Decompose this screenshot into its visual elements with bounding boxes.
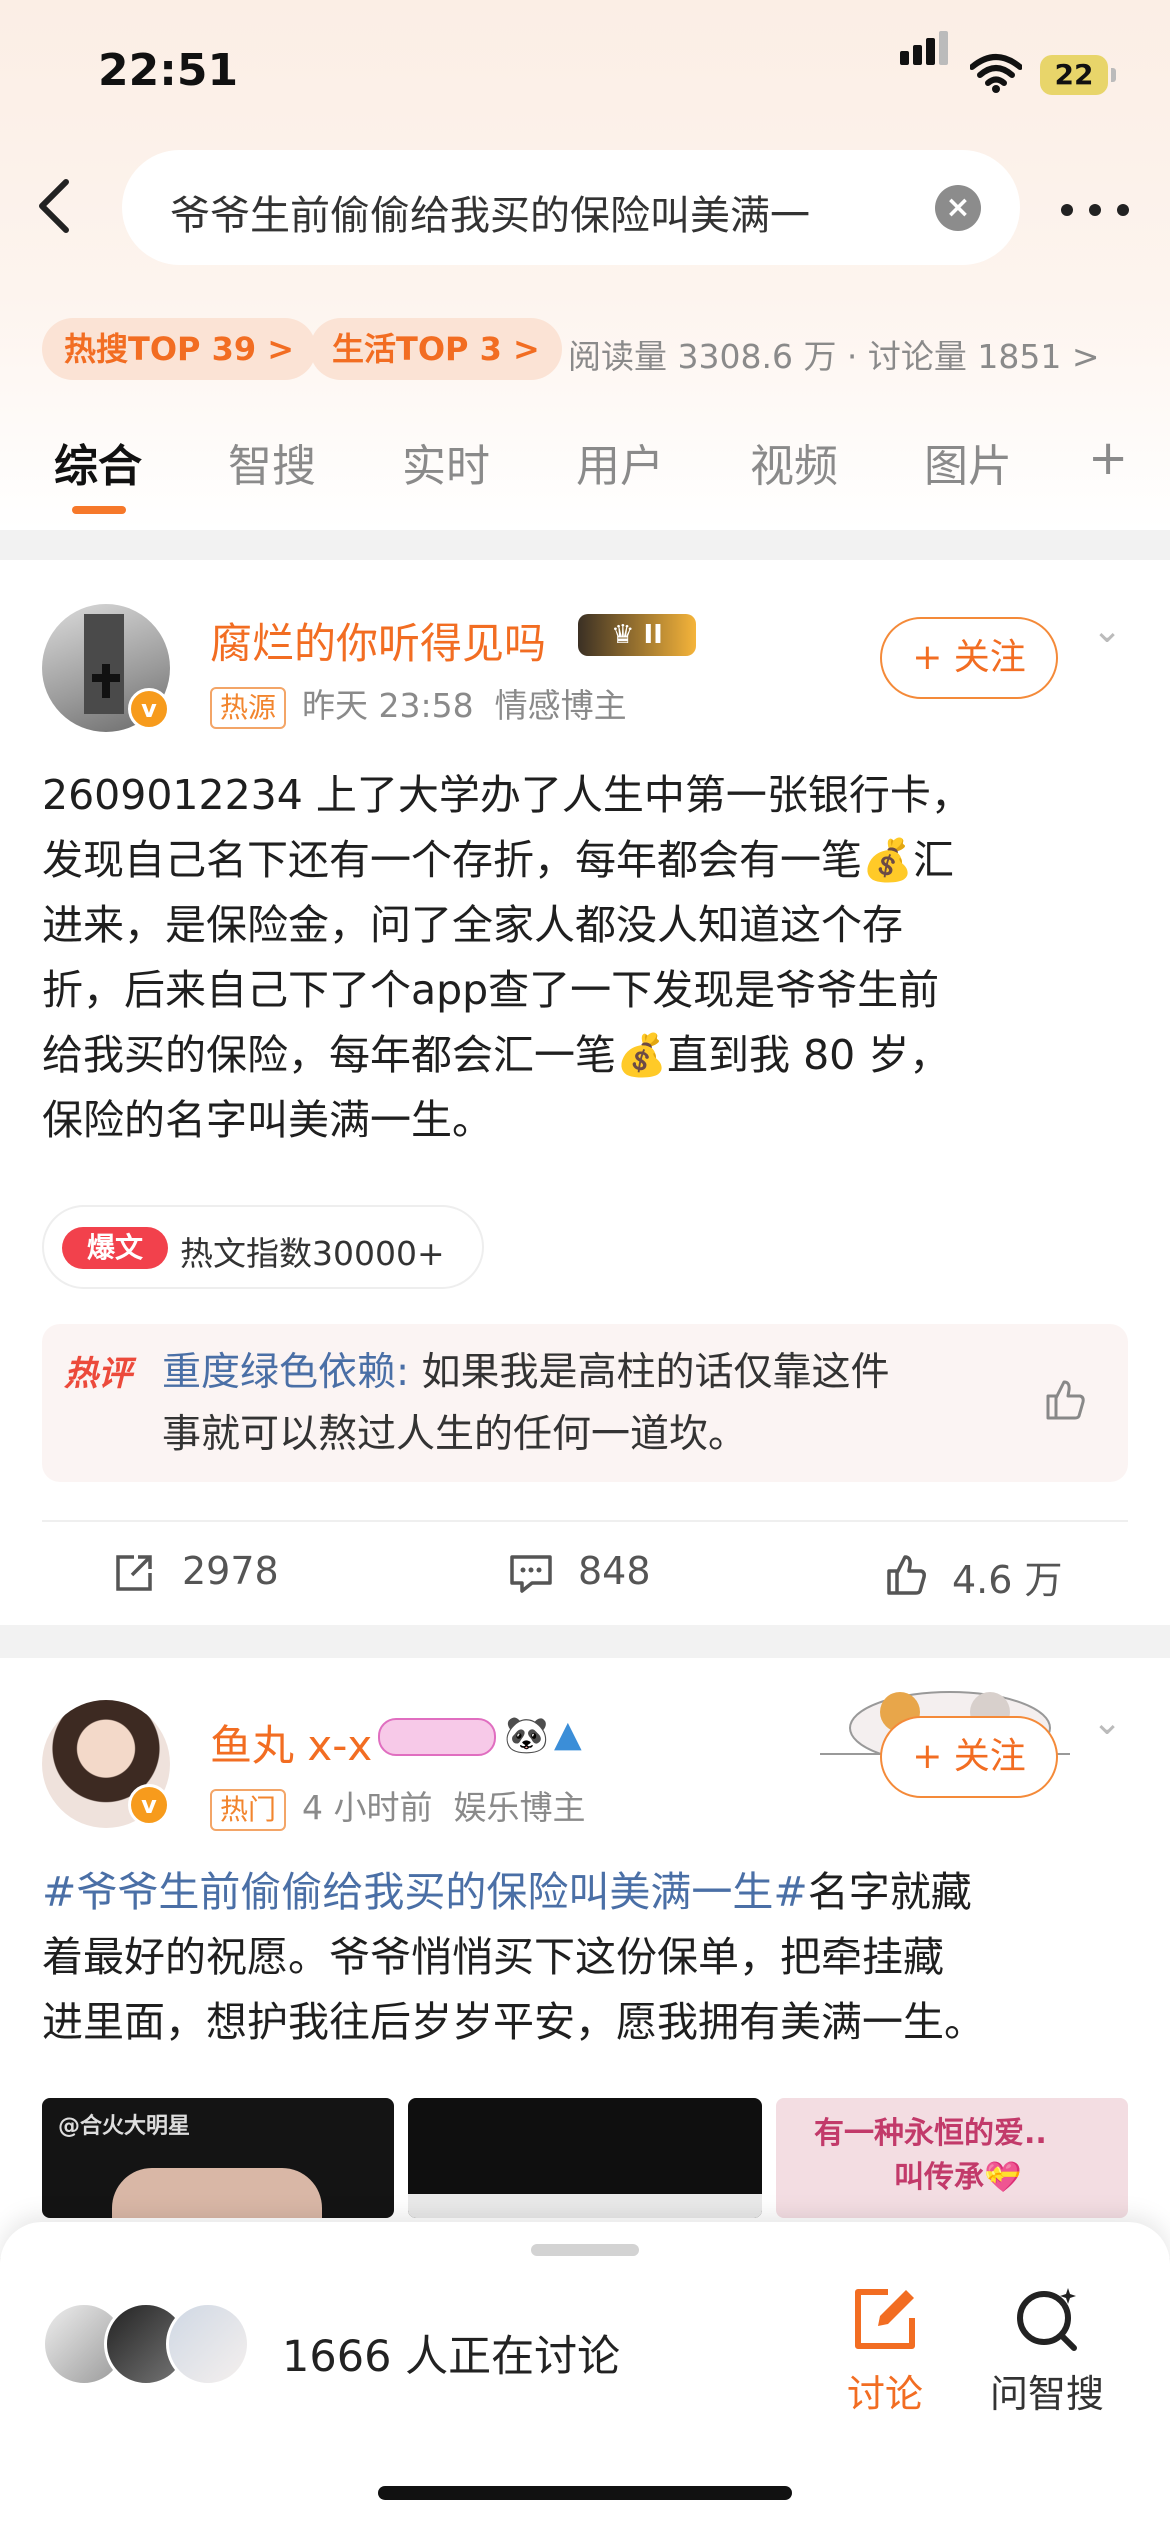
- post-time: 昨天 23:58: [302, 686, 474, 725]
- like-icon: [887, 1555, 926, 1595]
- tab-images[interactable]: 图片: [924, 430, 1012, 494]
- hot-comment-line: 事就可以熬过人生的任何一道坎。: [162, 1412, 748, 1457]
- post-meta: 热源 昨天 23:58 情感博主: [210, 679, 627, 729]
- image-face: [112, 2168, 322, 2218]
- tab-smart-search[interactable]: 智搜: [228, 430, 316, 494]
- tab-add-icon[interactable]: +: [1088, 430, 1128, 486]
- fan-badge-icon: [378, 1718, 496, 1756]
- edit-icon: [855, 2289, 915, 2349]
- share-icon: [116, 1555, 152, 1591]
- hot-tag: 热门: [210, 1789, 287, 1831]
- clear-icon[interactable]: ×: [935, 185, 981, 231]
- post-line: 进来，是保险金，问了全家人都没人知道这个存: [42, 901, 903, 949]
- active-tab-indicator: [72, 506, 126, 514]
- search-tabs: 综合 智搜 实时 用户 视频 图片 +: [0, 430, 1170, 525]
- image-caption: 有一种永恒的爱..: [814, 2116, 1047, 2151]
- status-bar: 22:51 22: [0, 31, 1170, 105]
- discussing-count[interactable]: 1666 人正在讨论: [282, 2322, 620, 2384]
- like-count: 4.6 万: [952, 1558, 1063, 1602]
- post-username[interactable]: 鱼丸 x-x: [210, 1712, 372, 1773]
- hot-search-rank-chip[interactable]: 热搜TOP 39 >: [42, 318, 317, 380]
- back-icon[interactable]: [34, 176, 74, 236]
- avatar: [166, 2302, 250, 2386]
- hot-comment-user[interactable]: 重度绿色依赖:: [162, 1350, 409, 1395]
- ask-smart-search-button[interactable]: 问智搜: [982, 2284, 1112, 2418]
- post-line: 2609012234 上了大学办了人生中第一张银行卡，: [42, 771, 972, 819]
- chevron-down-icon[interactable]: ⌄: [1092, 610, 1122, 651]
- post-image[interactable]: 有一种永恒的爱.. 叫传承💝: [776, 2098, 1128, 2218]
- divider: [42, 1520, 1128, 1522]
- life-rank-chip[interactable]: 生活TOP 3 >: [310, 318, 562, 380]
- post-meta: 热门 4 小时前 娱乐博主: [210, 1781, 586, 1831]
- ask-label: 问智搜: [989, 2372, 1104, 2416]
- discuss-button[interactable]: 讨论: [820, 2284, 950, 2418]
- post-line: 折，后来自己下了个app查了一下发现是爷爷生前: [42, 966, 940, 1014]
- verified-badge-icon: v: [128, 1784, 170, 1826]
- follow-button[interactable]: + 关注: [880, 617, 1058, 699]
- drag-handle[interactable]: [531, 2244, 639, 2256]
- comment-icon: [510, 1555, 552, 1593]
- hot-comment-line: 如果我是高柱的话仅靠这件: [409, 1350, 890, 1395]
- post-category: 情感博主: [494, 686, 627, 725]
- post-category: 娱乐博主: [453, 1788, 586, 1827]
- post-line: 给我买的保险，每年都会汇一笔💰直到我 80 岁，: [42, 1031, 951, 1079]
- post-body: #爷爷生前偷偷给我买的保险叫美满一生#名字就藏 着最好的祝愿。爷爷悄悄买下这份保…: [42, 1860, 1152, 2055]
- tab-realtime[interactable]: 实时: [402, 430, 490, 494]
- post-image[interactable]: @合火大明星: [42, 2098, 394, 2218]
- image-watermark: @合火大明星: [58, 2114, 191, 2139]
- like-icon[interactable]: [1042, 1376, 1088, 1422]
- viral-badge: 爆文: [62, 1227, 168, 1269]
- follow-button[interactable]: + 关注: [880, 1716, 1058, 1798]
- shark-icon: ▲: [554, 1714, 582, 1755]
- panda-icon: 🐼: [504, 1715, 549, 1756]
- hot-index-pill[interactable]: 爆文 热文指数30000+: [42, 1205, 484, 1289]
- wifi-icon: [970, 54, 1022, 93]
- battery-indicator: 22: [1040, 55, 1116, 95]
- crown-rank-icon: ♛ II: [578, 614, 696, 656]
- tab-videos[interactable]: 视频: [750, 430, 838, 494]
- tab-comprehensive[interactable]: 综合: [54, 430, 142, 494]
- source-tag: 热源: [210, 687, 287, 729]
- home-indicator[interactable]: [378, 2486, 792, 2500]
- hot-comment-text: 重度绿色依赖: 如果我是高柱的话仅靠这件 事就可以熬过人生的任何一道坎。: [162, 1342, 1032, 1466]
- tab-users[interactable]: 用户: [576, 430, 664, 494]
- post-line: 名字就藏: [807, 1868, 972, 1916]
- topic-hashtag[interactable]: #爷爷生前偷偷给我买的保险叫美满一生#: [42, 1868, 808, 1916]
- image-card: [408, 2194, 762, 2218]
- post-line: 着最好的祝愿。爷爷悄悄买下这份保单，把牵挂藏: [42, 1933, 944, 1981]
- post-username[interactable]: 腐烂的你听得见吗: [210, 610, 546, 671]
- more-icon[interactable]: [1060, 180, 1130, 220]
- rank-badge-label: II: [643, 620, 663, 650]
- post-body: 2609012234 上了大学办了人生中第一张银行卡， 发现自己名下还有一个存折…: [42, 763, 1142, 1153]
- topic-stats[interactable]: 阅读量 3308.6 万 · 讨论量 1851 >: [568, 330, 1100, 378]
- status-time: 22:51: [98, 45, 239, 96]
- ai-search-icon: [1017, 2288, 1077, 2351]
- hot-comment[interactable]: 热评 重度绿色依赖: 如果我是高柱的话仅靠这件 事就可以熬过人生的任何一道坎。: [42, 1324, 1128, 1482]
- image-caption: 叫传承💝: [894, 2160, 1022, 2195]
- search-input[interactable]: 爷爷生前偷偷给我买的保险叫美满一: [170, 183, 870, 241]
- chevron-down-icon[interactable]: ⌄: [1092, 1702, 1122, 1743]
- post-time: 4 小时前: [302, 1788, 433, 1827]
- verified-badge-icon: v: [128, 688, 170, 730]
- post-line: 保险的名字叫美满一生。: [42, 1096, 493, 1144]
- repost-count: 2978: [182, 1549, 279, 1593]
- comment-count: 848: [578, 1549, 651, 1593]
- search-bar[interactable]: 爷爷生前偷偷给我买的保险叫美满一 ×: [122, 150, 1020, 265]
- hot-comment-label: 热评: [64, 1354, 132, 1394]
- post-line: 发现自己名下还有一个存折，每年都会有一笔💰汇: [42, 836, 955, 884]
- discuss-label: 讨论: [846, 2372, 923, 2416]
- post-line: 进里面，想护我往后岁岁平安，愿我拥有美满一生。: [42, 1998, 985, 2046]
- hot-index-value: 热文指数30000+: [180, 1234, 445, 1273]
- post-image[interactable]: [408, 2098, 762, 2218]
